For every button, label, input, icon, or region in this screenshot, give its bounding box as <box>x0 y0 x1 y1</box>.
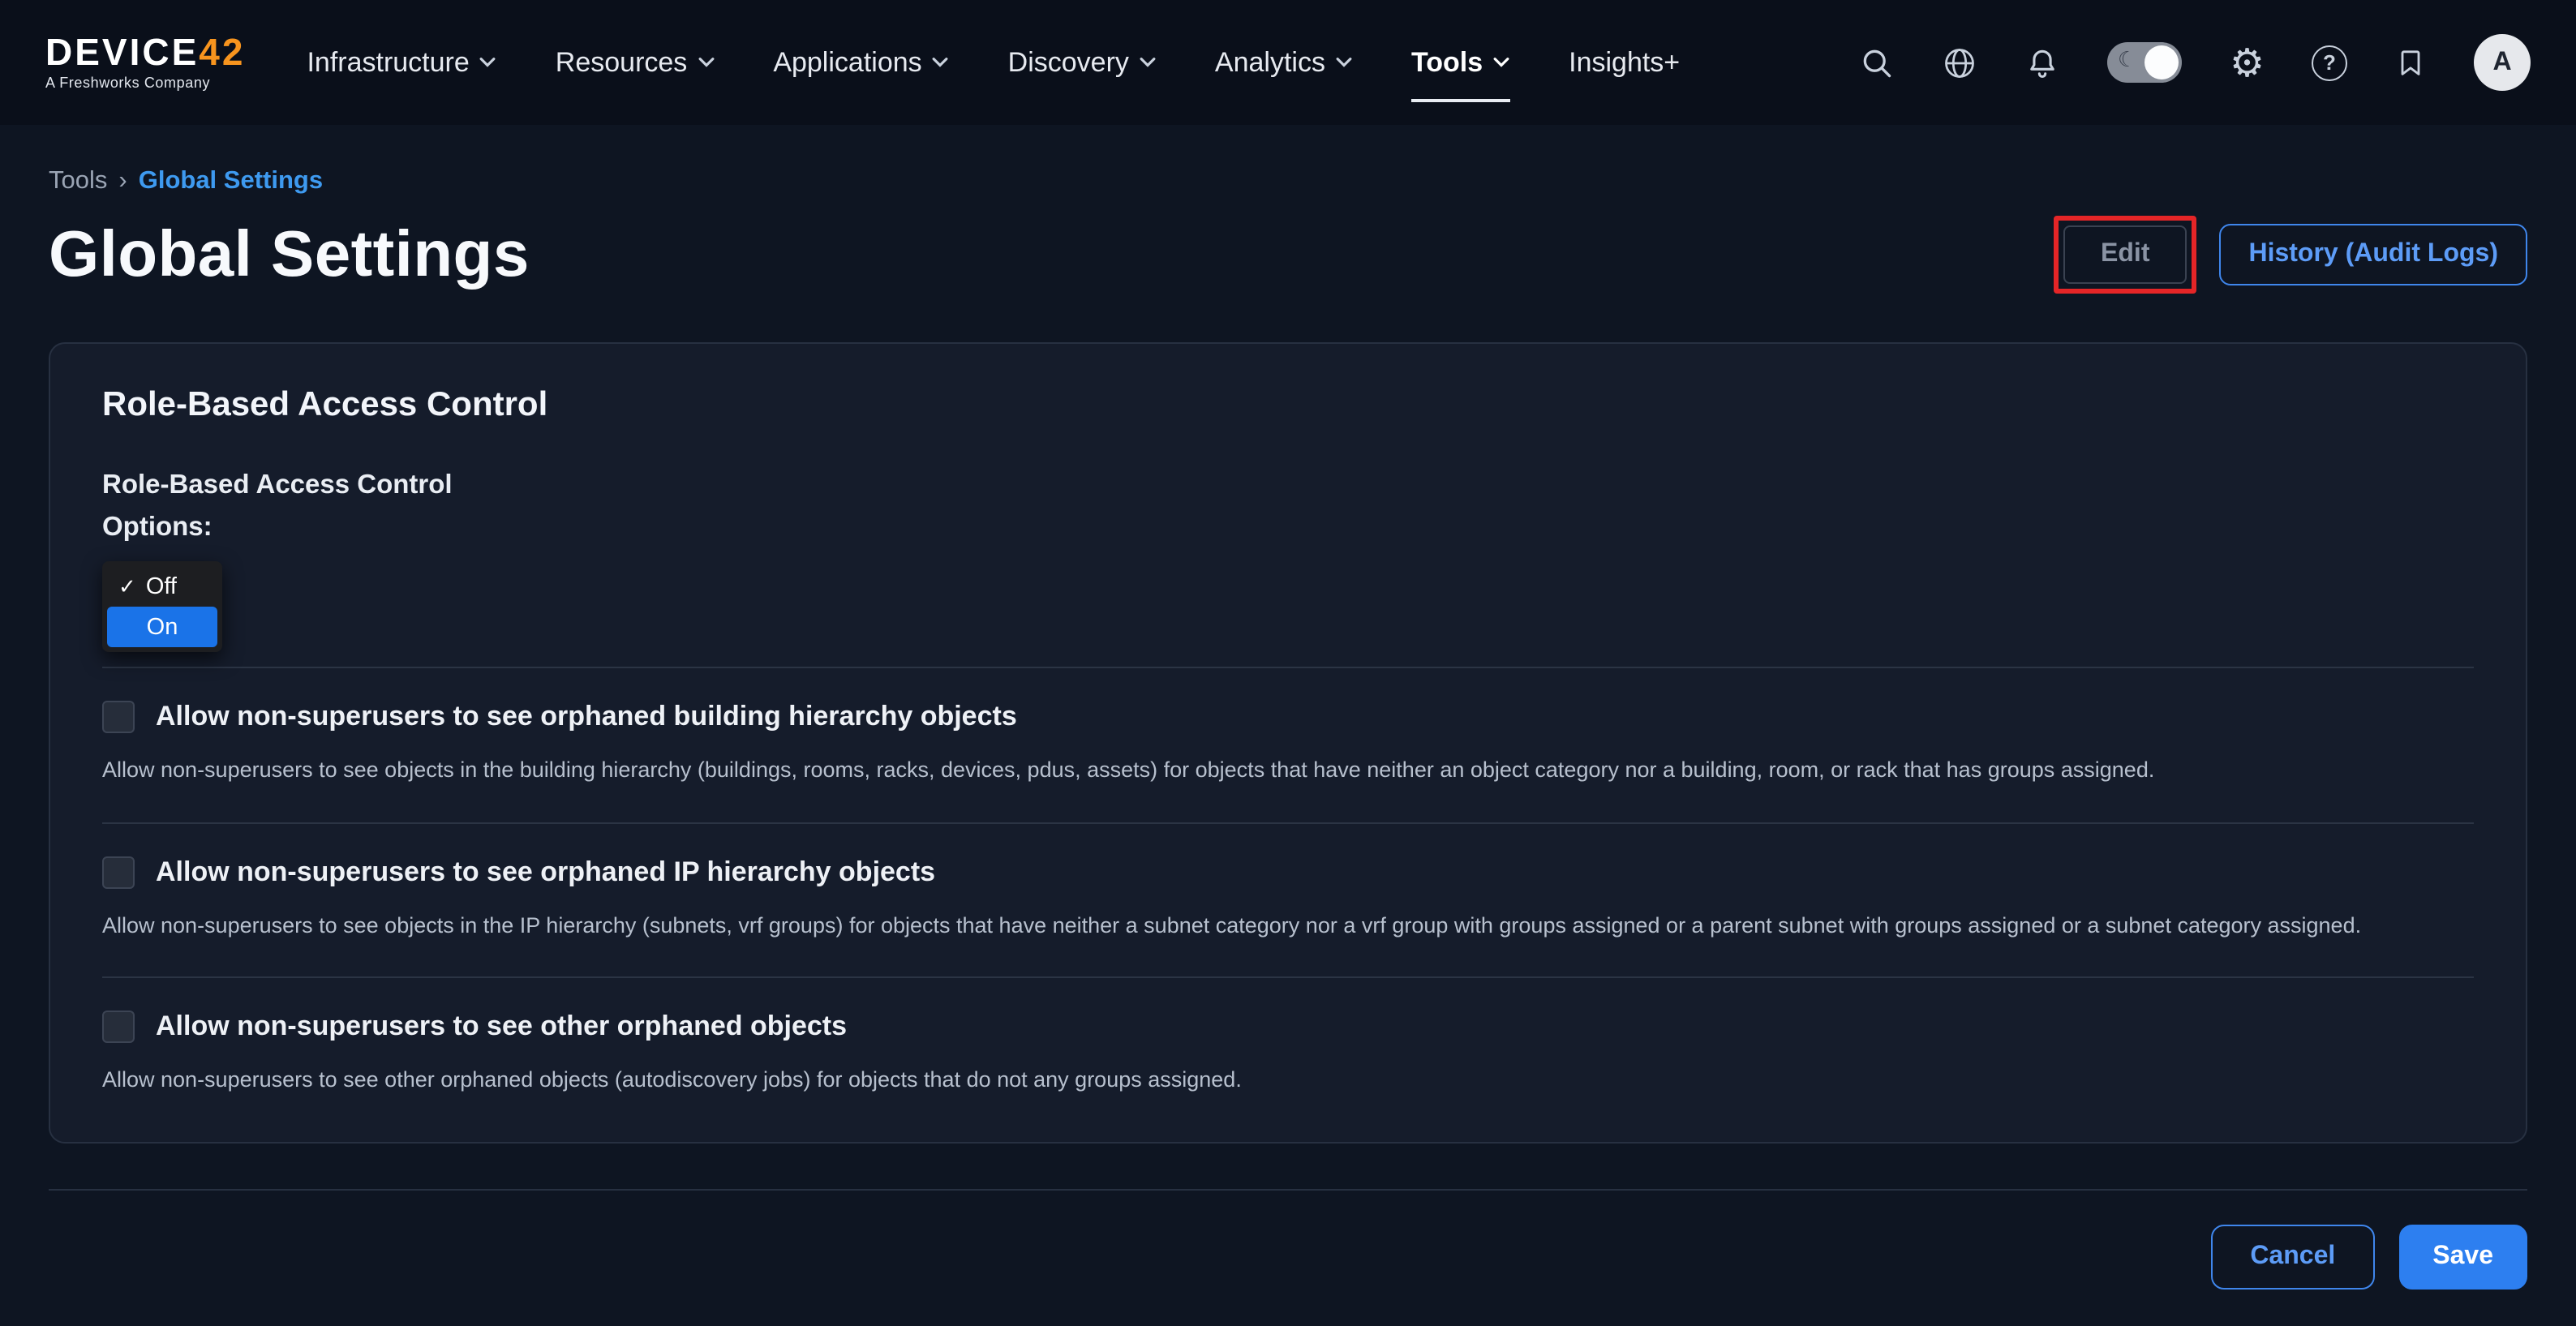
dropdown-option-off[interactable]: ✓ Off <box>107 566 217 607</box>
breadcrumb-current[interactable]: Global Settings <box>139 167 323 196</box>
dropdown-option-on[interactable]: On <box>107 607 217 647</box>
logo-wordmark: DEVICE42 <box>45 34 245 71</box>
logo-brand-accent: 42 <box>199 31 245 73</box>
rbac-card: Role-Based Access Control Role-Based Acc… <box>49 342 2527 1143</box>
setting-label-row: Allow non-superusers to see orphaned bui… <box>102 701 2474 733</box>
bookmark-button[interactable] <box>2394 45 2427 80</box>
help-icon: ? <box>2312 45 2347 80</box>
footer-divider <box>49 1188 2527 1190</box>
save-button[interactable]: Save <box>2398 1224 2527 1289</box>
section-title: Role-Based Access Control <box>102 386 2474 425</box>
rbac-options-label-line1: Role-Based Access Control <box>102 464 2474 506</box>
nav-item-label: Discovery <box>1008 46 1129 79</box>
red-highlight-annotation: Edit <box>2054 216 2196 294</box>
edit-button[interactable]: Edit <box>2063 225 2187 284</box>
setting-other-orphaned-objects: Allow non-superusers to see other orphan… <box>102 978 2474 1102</box>
check-icon: ✓ <box>118 576 136 597</box>
nav-item-applications[interactable]: Applications <box>773 46 949 79</box>
nav-item-analytics[interactable]: Analytics <box>1215 46 1353 79</box>
history-audit-logs-button[interactable]: History (Audit Logs) <box>2219 224 2527 285</box>
bell-icon <box>2025 45 2061 80</box>
checkbox-other-orphaned-objects[interactable] <box>102 1011 135 1043</box>
toggle-knob <box>2145 45 2179 79</box>
nav-item-label: Infrastructure <box>307 46 469 79</box>
rbac-options-label: Role-Based Access Control Options: <box>102 464 2474 548</box>
breadcrumb-separator: › <box>118 167 127 196</box>
nav-item-label: Applications <box>773 46 921 79</box>
page-content: Tools › Global Settings Global Settings … <box>0 167 2576 1326</box>
nav-item-label: Tools <box>1411 46 1483 79</box>
checkbox-orphaned-ip-hierarchy[interactable] <box>102 856 135 888</box>
chevron-down-icon <box>932 57 950 68</box>
globe-icon <box>1943 45 1978 80</box>
nav-item-infrastructure[interactable]: Infrastructure <box>307 46 496 79</box>
bookmark-icon <box>2394 45 2427 80</box>
gear-icon: ⚙ <box>2230 43 2265 82</box>
navbar-icon-group: ☾ ⚙ ? A <box>1860 34 2531 91</box>
chevron-down-icon <box>1335 57 1353 68</box>
app-root: DEVICE42 A Freshworks Company Infrastruc… <box>0 0 2576 1260</box>
globe-button[interactable] <box>1943 45 1978 80</box>
rbac-options-dropdown: ✓ Off On <box>102 561 222 652</box>
nav-item-insights[interactable]: Insights+ <box>1569 46 1680 79</box>
dropdown-option-label: Off <box>146 573 177 599</box>
setting-label: Allow non-superusers to see orphaned bui… <box>156 701 1017 733</box>
setting-description: Allow non-superusers to see other orphan… <box>102 1064 2474 1096</box>
search-icon <box>1860 45 1896 80</box>
user-avatar[interactable]: A <box>2474 34 2531 91</box>
setting-label-row: Allow non-superusers to see orphaned IP … <box>102 856 2474 888</box>
nav-item-label: Resources <box>556 46 688 79</box>
page-title: Global Settings <box>49 218 530 291</box>
theme-toggle[interactable]: ☾ <box>2108 42 2183 83</box>
setting-label-row: Allow non-superusers to see other orphan… <box>102 1011 2474 1043</box>
nav-item-resources[interactable]: Resources <box>556 46 715 79</box>
logo-tagline: A Freshworks Company <box>45 76 245 91</box>
top-navbar: DEVICE42 A Freshworks Company Infrastruc… <box>0 0 2576 125</box>
main-nav: Infrastructure Resources Applications Di… <box>307 46 1680 79</box>
setting-orphaned-ip-hierarchy: Allow non-superusers to see orphaned IP … <box>102 823 2474 978</box>
notifications-button[interactable] <box>2025 45 2061 80</box>
breadcrumb: Tools › Global Settings <box>49 167 2527 196</box>
chevron-down-icon <box>697 57 715 68</box>
nav-item-tools[interactable]: Tools <box>1411 46 1510 79</box>
chevron-down-icon <box>1492 57 1510 68</box>
chevron-down-icon <box>1139 57 1157 68</box>
device42-logo[interactable]: DEVICE42 A Freshworks Company <box>45 34 245 91</box>
checkbox-orphaned-building-hierarchy[interactable] <box>102 701 135 733</box>
setting-description: Allow non-superusers to see objects in t… <box>102 754 2474 786</box>
footer-actions: Cancel Save <box>49 1224 2527 1289</box>
nav-item-label: Analytics <box>1215 46 1325 79</box>
header-actions: Edit History (Audit Logs) <box>2054 216 2527 294</box>
chevron-down-icon <box>479 57 497 68</box>
setting-description: Allow non-superusers to see objects in t… <box>102 909 2474 941</box>
dropdown-option-label: On <box>147 614 178 640</box>
nav-item-discovery[interactable]: Discovery <box>1008 46 1157 79</box>
moon-icon: ☾ <box>2118 49 2136 73</box>
setting-orphaned-building-hierarchy: Allow non-superusers to see orphaned bui… <box>102 668 2474 823</box>
breadcrumb-parent[interactable]: Tools <box>49 167 107 196</box>
cancel-button[interactable]: Cancel <box>2211 1224 2374 1289</box>
setting-label: Allow non-superusers to see other orphan… <box>156 1011 847 1043</box>
settings-button[interactable]: ⚙ <box>2230 43 2265 82</box>
setting-label: Allow non-superusers to see orphaned IP … <box>156 856 935 888</box>
title-row: Global Settings Edit History (Audit Logs… <box>49 216 2527 294</box>
nav-item-label: Insights+ <box>1569 46 1680 79</box>
search-button[interactable] <box>1860 45 1896 80</box>
logo-brand: DEVICE <box>45 31 199 73</box>
help-button[interactable]: ? <box>2312 45 2347 80</box>
rbac-options-label-line2: Options: <box>102 506 2474 548</box>
